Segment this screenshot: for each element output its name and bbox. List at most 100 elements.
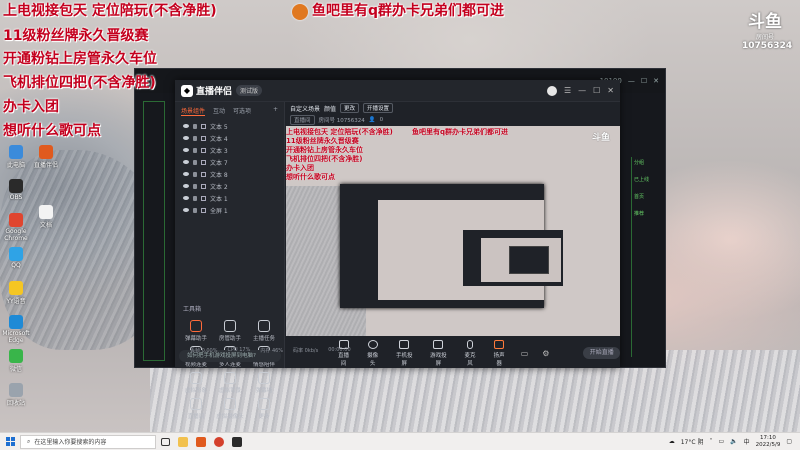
- preview-watermark: 斗鱼: [592, 133, 611, 143]
- nested-preview-window: [340, 184, 563, 308]
- lock-icon[interactable]: [193, 171, 197, 177]
- layer-item[interactable]: 文本 5: [175, 120, 284, 132]
- eye-icon[interactable]: [183, 172, 189, 176]
- taskbar-app-douyu[interactable]: [210, 433, 228, 450]
- viewer-icon: 👤: [368, 116, 376, 123]
- taskbar-search[interactable]: ⌕ 在这里输入你要搜索的内容: [20, 434, 156, 449]
- tool-label: 虚拟摄像头: [216, 414, 244, 420]
- layer-item[interactable]: 文本 2: [175, 180, 284, 192]
- taskbar-app-explorer[interactable]: [174, 433, 192, 450]
- lock-icon[interactable]: [193, 195, 197, 201]
- layer-item[interactable]: 文本 3: [175, 144, 284, 156]
- control-mic[interactable]: 麦克风: [463, 339, 478, 367]
- toolbox-item[interactable]: 虚拟背景: [213, 372, 247, 394]
- lock-icon[interactable]: [193, 123, 197, 129]
- preview-canvas[interactable]: 上电视接包天 定位陪玩(不含净胜) 11级粉丝牌永久晋级赛 开通粉钻上房管永久车…: [286, 126, 620, 336]
- desktop-icon[interactable]: QQ: [2, 247, 30, 269]
- task-view-button[interactable]: [156, 433, 174, 450]
- desktop-icon[interactable]: YY语音: [2, 281, 30, 305]
- volume-icon[interactable]: 🔈: [730, 438, 737, 445]
- eye-icon[interactable]: [183, 196, 189, 200]
- eye-icon[interactable]: [183, 160, 189, 164]
- layer-item[interactable]: 文本 1: [175, 192, 284, 204]
- clock-time: 17:10: [760, 434, 776, 441]
- desktop-app-icon: [39, 145, 53, 159]
- game-icon: [232, 436, 242, 447]
- tab-scene[interactable]: 场景组件: [181, 106, 206, 116]
- taskbar-app-game[interactable]: [228, 433, 246, 450]
- system-tray: ☁ 17°C 阴 ˄ ▭ 🔈 中 17:10 2022/5/9 ▢: [669, 435, 800, 449]
- toolbox-item[interactable]: 虚拟摄像头: [213, 398, 247, 420]
- tab-options[interactable]: 可选项: [233, 106, 251, 116]
- avatar[interactable]: [546, 85, 557, 96]
- control-label: 麦克风: [464, 352, 476, 367]
- desktop-icon[interactable]: 回收站: [2, 383, 30, 407]
- camera-record-icon[interactable]: ▭: [521, 349, 529, 358]
- bg-right-item: 分组: [634, 160, 645, 166]
- desktop-icon[interactable]: 此电脑: [2, 145, 30, 169]
- eye-icon[interactable]: [183, 124, 189, 128]
- go-live-button[interactable]: 开始直播: [583, 347, 621, 359]
- desktop-icon[interactable]: 文档: [32, 205, 60, 229]
- network-icon[interactable]: ▭: [718, 438, 724, 445]
- eye-icon[interactable]: [183, 148, 189, 152]
- tool-label: 更多: [258, 414, 270, 420]
- tool-icon: [224, 398, 236, 410]
- taskbar-app-live[interactable]: [192, 433, 210, 450]
- desktop-icon[interactable]: Google Chrome: [2, 213, 30, 242]
- tool-label: 虚拟形象: [184, 388, 207, 394]
- chevron-up-icon[interactable]: ˄: [709, 438, 712, 445]
- text-layer-icon: [201, 147, 206, 153]
- gear-icon[interactable]: ⚙: [542, 349, 549, 358]
- desktop-icon[interactable]: Microsoft Edge: [2, 315, 30, 344]
- minimize-icon[interactable]: —: [578, 86, 586, 95]
- toolbox-item[interactable]: 虚拟形象: [179, 372, 213, 394]
- bg-window-left-panel: [143, 101, 165, 361]
- room-tags[interactable]: 直播间: [290, 114, 315, 125]
- lock-icon[interactable]: [193, 135, 197, 141]
- toolbox-item[interactable]: 直播间: [179, 398, 213, 420]
- desktop-icon[interactable]: OBS: [2, 179, 30, 201]
- toolbox-item[interactable]: 弹幕墙: [247, 372, 281, 394]
- notification-icon[interactable]: ▢: [786, 438, 792, 445]
- layer-label: 文本 8: [210, 171, 228, 179]
- layer-item[interactable]: 文本 8: [175, 168, 284, 180]
- close-icon[interactable]: ✕: [607, 86, 614, 95]
- eye-icon[interactable]: [183, 184, 189, 188]
- lock-icon[interactable]: [193, 207, 197, 213]
- add-icon[interactable]: +: [273, 106, 278, 116]
- maximize-icon[interactable]: ☐: [641, 77, 647, 85]
- lock-icon[interactable]: [193, 147, 197, 153]
- toolbox-item[interactable]: 主播任务: [247, 320, 281, 342]
- menu-icon[interactable]: ☰: [564, 86, 571, 95]
- tab-interaction[interactable]: 互动: [213, 106, 225, 116]
- clock[interactable]: 17:10 2022/5/9: [756, 435, 781, 449]
- tool-label: 多人连麦: [218, 362, 241, 368]
- maximize-icon[interactable]: ☐: [593, 86, 600, 95]
- ime-indicator[interactable]: 中: [744, 437, 750, 446]
- bg-right-item: 推荐: [634, 211, 645, 217]
- toolbox-item[interactable]: 房管助手: [213, 320, 247, 342]
- lock-icon[interactable]: [193, 183, 197, 189]
- control-speaker[interactable]: 扬声器: [492, 339, 507, 367]
- eye-icon[interactable]: [183, 208, 189, 212]
- layer-item[interactable]: 文本 7: [175, 156, 284, 168]
- window-controls: ☰ — ☐ ✕: [546, 85, 614, 96]
- desktop-app-icon: [39, 205, 53, 219]
- toolbox-item[interactable]: 更多: [247, 398, 281, 420]
- lock-icon[interactable]: [193, 159, 197, 165]
- eye-icon[interactable]: [183, 136, 189, 140]
- start-button[interactable]: [0, 433, 20, 450]
- change-button[interactable]: 更改: [340, 103, 360, 113]
- toolbox-grid: 弹幕助手 房管助手 主播任务 视频连麦 多人连麦 情感陪伴 虚拟形象 虚拟背景 弹幕墙 直播间 虚拟…: [179, 320, 281, 420]
- close-icon[interactable]: ✕: [653, 77, 659, 85]
- minimize-icon[interactable]: —: [628, 77, 635, 85]
- nested-preview-canvas-2: [481, 238, 561, 282]
- live-settings-button[interactable]: 开播设置: [363, 103, 394, 113]
- toolbox-item[interactable]: 弹幕助手: [179, 320, 213, 342]
- layer-item[interactable]: 文本 4: [175, 132, 284, 144]
- layer-item[interactable]: 全屏 1: [175, 204, 284, 216]
- app-name: 直播伴侣: [196, 87, 233, 97]
- desktop-icon[interactable]: 直播伴侣: [32, 145, 60, 169]
- overlay-line: 飞机排位四把(不含净胜): [3, 75, 156, 91]
